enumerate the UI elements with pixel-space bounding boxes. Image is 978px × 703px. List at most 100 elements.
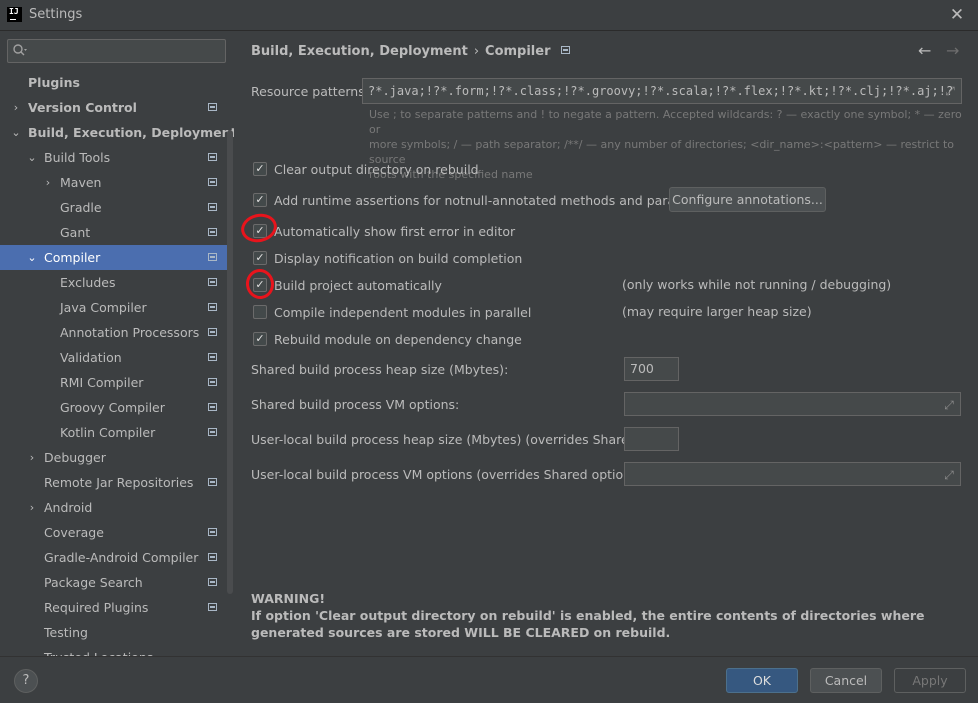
shared-heap-input[interactable]: 700 — [624, 357, 679, 381]
dialog-footer: ? OK Cancel Apply — [0, 656, 978, 703]
configure-annotations-button[interactable]: Configure annotations... — [669, 187, 826, 212]
shared-heap-label: Shared build process heap size (Mbytes): — [251, 362, 509, 377]
project-settings-icon — [208, 353, 217, 361]
compile-parallel-hint: (may require larger heap size) — [622, 304, 812, 319]
sidebar-item-remote-jar-repositories[interactable]: Remote Jar Repositories — [0, 470, 227, 495]
sidebar-item-build-execution-deployment[interactable]: ⌄ Build, Execution, Deployment — [0, 120, 234, 145]
sidebar-item-required-plugins[interactable]: Required Plugins — [0, 595, 227, 620]
chevron-right-icon[interactable]: › — [10, 95, 22, 120]
sidebar-item-gant[interactable]: Gant — [0, 220, 227, 245]
sidebar-item-label: Compiler — [44, 250, 101, 265]
sidebar-item-compiler[interactable]: ⌄ Compiler — [0, 245, 227, 270]
sidebar-item-version-control[interactable]: › Version Control — [0, 95, 227, 120]
sidebar-item-label: Groovy Compiler — [60, 400, 165, 415]
shared-vm-input[interactable]: ⤢ — [624, 392, 961, 416]
build-automatically-hint: (only works while not running / debuggin… — [622, 277, 892, 292]
project-settings-icon — [208, 578, 217, 586]
cancel-button[interactable]: Cancel — [810, 668, 882, 693]
sidebar-item-label: Plugins — [28, 75, 80, 90]
help-button[interactable]: ? — [14, 669, 38, 693]
project-settings-icon — [208, 378, 217, 386]
rebuild-dependency-label: Rebuild module on dependency change — [274, 332, 522, 347]
ok-button[interactable]: OK — [726, 668, 798, 693]
sidebar-item-label: Android — [44, 500, 93, 515]
sidebar-item-gradle-android-compiler[interactable]: Gradle-Android Compiler — [0, 545, 227, 570]
chevron-down-icon[interactable]: ⌄ — [10, 120, 22, 145]
sidebar-item-maven[interactable]: › Maven — [0, 170, 227, 195]
title-bar: IJ Settings ✕ — [0, 0, 978, 31]
compile-parallel-checkbox[interactable] — [253, 305, 267, 319]
project-settings-icon — [208, 178, 217, 186]
project-settings-icon — [208, 253, 217, 261]
apply-button[interactable]: Apply — [894, 668, 966, 693]
sidebar-item-label: Maven — [60, 175, 102, 190]
expand-icon[interactable]: ⤢ — [943, 84, 957, 98]
sidebar-item-coverage[interactable]: Coverage — [0, 520, 227, 545]
breadcrumb-parent[interactable]: Build, Execution, Deployment — [251, 44, 468, 59]
sidebar-item-label: Testing — [44, 625, 88, 640]
show-first-error-label: Automatically show first error in editor — [274, 224, 516, 239]
back-arrow-icon[interactable]: ← — [918, 41, 931, 60]
sidebar-item-label: Required Plugins — [44, 600, 149, 615]
sidebar-item-annotation-processors[interactable]: Annotation Processors — [0, 320, 227, 345]
project-settings-icon — [208, 428, 217, 436]
project-settings-icon — [208, 603, 217, 611]
sidebar-item-rmi-compiler[interactable]: RMI Compiler — [0, 370, 227, 395]
sidebar-item-label: Coverage — [44, 525, 104, 540]
sidebar-item-label: Remote Jar Repositories — [44, 475, 194, 490]
sidebar-item-testing[interactable]: Testing — [0, 620, 227, 645]
build-automatically-label: Build project automatically — [274, 278, 442, 293]
resource-patterns-label: Resource patterns: — [251, 84, 369, 99]
sidebar-item-groovy-compiler[interactable]: Groovy Compiler — [0, 395, 227, 420]
forward-arrow-icon[interactable]: → — [946, 41, 959, 60]
expand-icon[interactable]: ⤢ — [942, 398, 956, 412]
runtime-assertions-label: Add runtime assertions for notnull-annot… — [274, 193, 720, 208]
sidebar-item-label: RMI Compiler — [60, 375, 144, 390]
sidebar-item-label: Java Compiler — [60, 300, 147, 315]
help-line: Use ; to separate patterns and ! to nega… — [369, 108, 962, 136]
sidebar-item-trusted-locations[interactable]: Trusted Locations — [0, 645, 227, 656]
sidebar-item-kotlin-compiler[interactable]: Kotlin Compiler — [0, 420, 227, 445]
resource-patterns-input[interactable]: ?*.java;!?*.form;!?*.class;!?*.groovy;!?… — [362, 78, 962, 104]
project-settings-icon — [208, 153, 217, 161]
resource-patterns-value: ?*.java;!?*.form;!?*.class;!?*.groovy;!?… — [368, 84, 954, 98]
chevron-right-icon[interactable]: › — [42, 170, 54, 195]
sidebar-item-label: Gant — [60, 225, 91, 240]
sidebar-item-debugger[interactable]: › Debugger — [0, 445, 227, 470]
chevron-down-icon[interactable]: ⌄ — [26, 245, 38, 270]
display-notification-label: Display notification on build completion — [274, 251, 523, 266]
sidebar-item-build-tools[interactable]: ⌄ Build Tools — [0, 145, 227, 170]
user-vm-input[interactable]: ⤢ — [624, 462, 961, 486]
chevron-right-icon[interactable]: › — [26, 495, 38, 520]
sidebar-item-plugins[interactable]: Plugins — [0, 70, 227, 95]
user-heap-label: User-local build process heap size (Mbyt… — [251, 432, 674, 447]
sidebar-item-label: Build, Execution, Deployment — [28, 125, 234, 140]
compile-parallel-label: Compile independent modules in parallel — [274, 305, 532, 320]
clear-output-checkbox[interactable]: ✓ — [253, 162, 267, 176]
sidebar-scrollbar[interactable] — [227, 130, 233, 594]
intellij-logo-icon: IJ — [7, 7, 22, 22]
display-notification-checkbox[interactable]: ✓ — [253, 251, 267, 265]
runtime-assertions-checkbox[interactable]: ✓ — [253, 193, 267, 207]
project-settings-icon — [208, 278, 217, 286]
project-settings-icon — [208, 528, 217, 536]
search-input[interactable] — [7, 39, 226, 63]
settings-sidebar: Plugins › Version Control ⌄ Build, Execu… — [0, 31, 234, 656]
expand-icon[interactable]: ⤢ — [942, 468, 956, 482]
sidebar-item-label: Debugger — [44, 450, 106, 465]
close-icon[interactable]: ✕ — [945, 3, 969, 27]
sidebar-item-android[interactable]: › Android — [0, 495, 227, 520]
shared-vm-label: Shared build process VM options: — [251, 397, 460, 412]
sidebar-item-java-compiler[interactable]: Java Compiler — [0, 295, 227, 320]
warning-title: WARNING! — [251, 591, 326, 606]
sidebar-item-validation[interactable]: Validation — [0, 345, 227, 370]
sidebar-item-excludes[interactable]: Excludes — [0, 270, 227, 295]
sidebar-item-gradle[interactable]: Gradle — [0, 195, 227, 220]
chevron-down-icon[interactable]: ⌄ — [26, 145, 38, 170]
rebuild-dependency-checkbox[interactable]: ✓ — [253, 332, 267, 346]
chevron-right-icon[interactable]: › — [26, 445, 38, 470]
user-heap-input[interactable] — [624, 427, 679, 451]
breadcrumb-separator: › — [473, 44, 480, 59]
project-settings-icon — [208, 328, 217, 336]
sidebar-item-package-search[interactable]: Package Search — [0, 570, 227, 595]
